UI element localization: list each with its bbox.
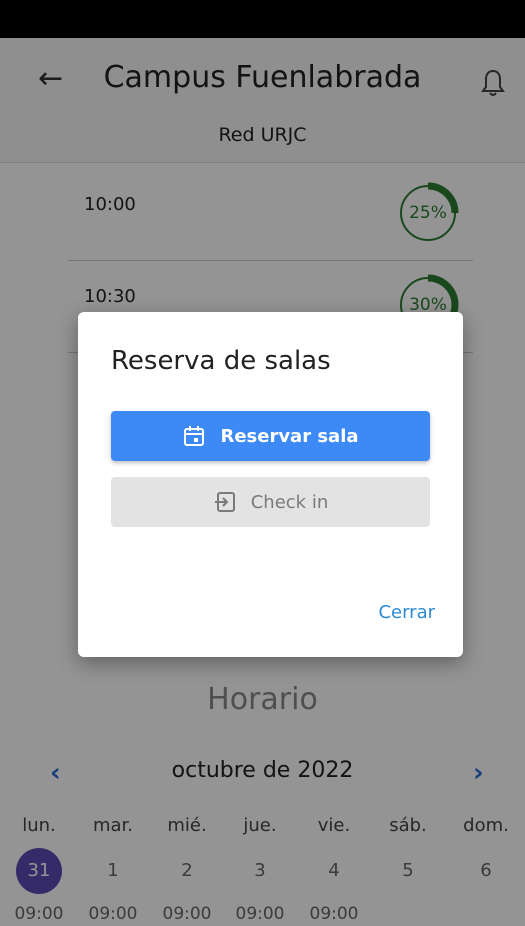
close-button[interactable]: Cerrar (378, 602, 435, 623)
status-bar (0, 0, 525, 38)
room-booking-dialog: Reserva de salas Reservar sala Check in … (78, 312, 463, 657)
checkin-icon (214, 492, 235, 512)
calendar-icon (184, 426, 205, 446)
check-in-button[interactable]: Check in (111, 477, 430, 527)
check-in-label: Check in (250, 491, 329, 513)
reserve-room-label: Reservar sala (220, 425, 359, 447)
reserve-room-button[interactable]: Reservar sala (111, 411, 430, 461)
dialog-title: Reserva de salas (111, 346, 331, 376)
